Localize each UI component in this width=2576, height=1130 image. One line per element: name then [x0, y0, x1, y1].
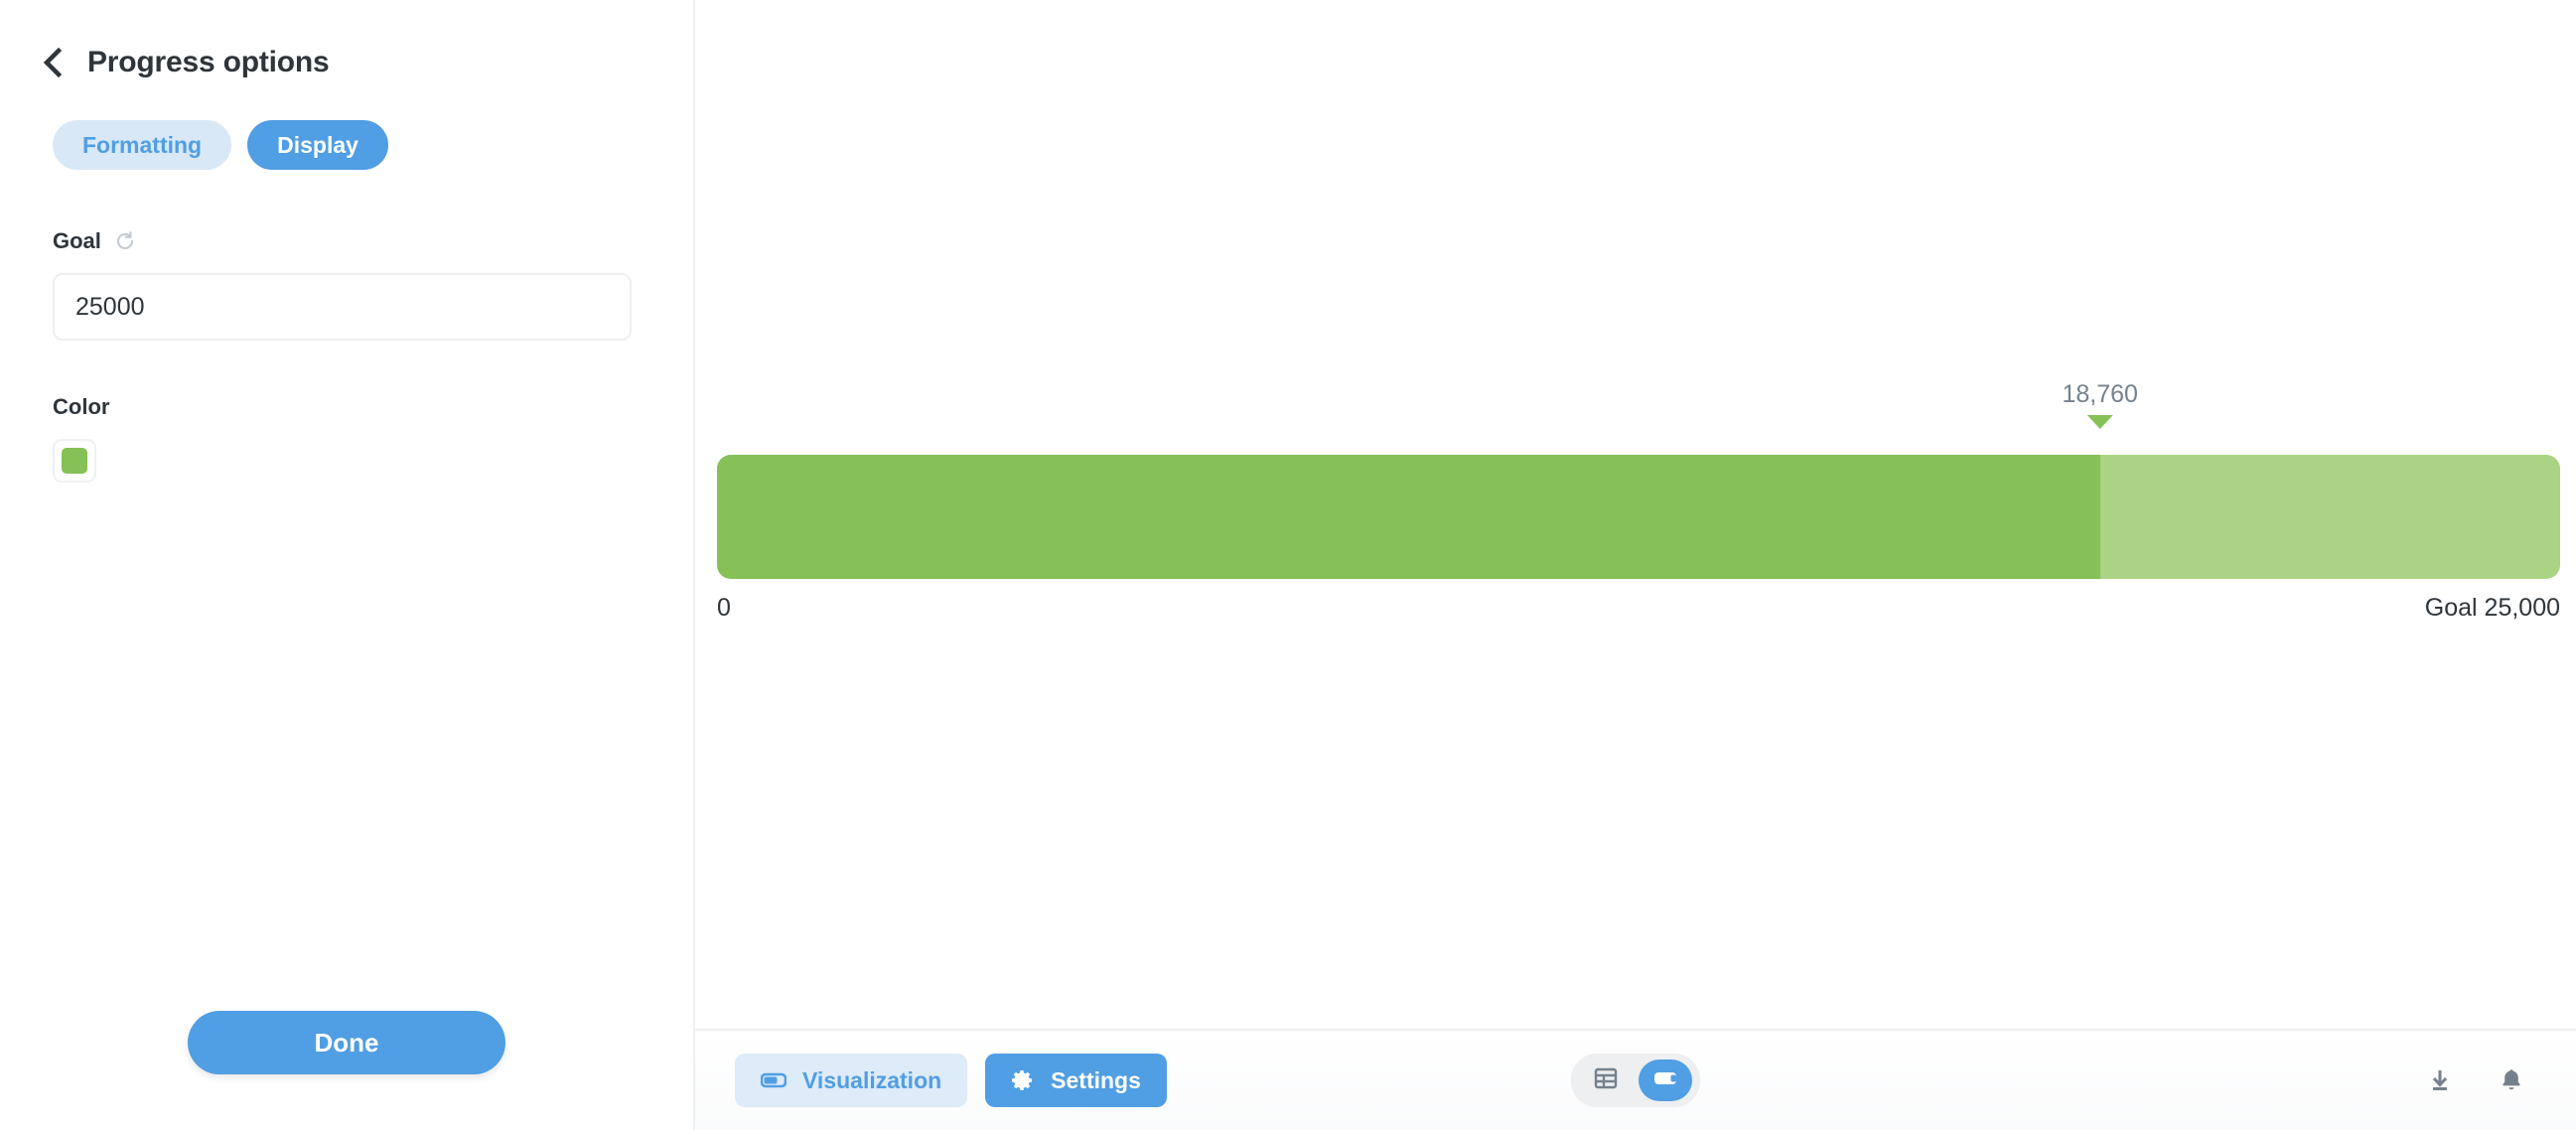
axis-goal-label: Goal 25,000 [2424, 594, 2560, 622]
settings-button-label: Settings [1051, 1066, 1141, 1093]
settings-button[interactable]: Settings [985, 1054, 1167, 1107]
chevron-left-icon[interactable] [40, 48, 66, 77]
download-icon[interactable] [2423, 1063, 2457, 1097]
visualization-icon [1651, 1068, 1679, 1093]
visualization-area: 18,760 0 Goal 25,000 [695, 0, 2576, 1029]
color-label: Color [53, 394, 110, 419]
visualization-view-toggle[interactable] [1639, 1059, 1692, 1101]
marker-triangle-icon [2086, 415, 2113, 429]
settings-sidebar: Progress options Formatting Display Goal… [0, 0, 695, 1130]
toolbar-right-group [2423, 1063, 2528, 1097]
gear-icon [1011, 1068, 1035, 1092]
color-swatch [62, 448, 87, 474]
axis-start-label: 0 [717, 594, 731, 622]
progress-bar-track [717, 455, 2560, 579]
color-field-group: Color [0, 341, 693, 483]
progress-axis-labels: 0 Goal 25,000 [717, 596, 2560, 621]
progress-options-screen: Progress options Formatting Display Goal… [0, 0, 2576, 1130]
goal-field-group: Goal [0, 170, 693, 341]
progress-marker: 18,760 [2063, 382, 2138, 429]
sidebar-header: Progress options [0, 0, 693, 77]
table-view-toggle[interactable] [1579, 1059, 1633, 1101]
main-panel: 18,760 0 Goal 25,000 Visualization Setti… [695, 0, 2576, 1130]
view-toggle-group [1571, 1054, 1700, 1107]
visualization-button-label: Visualization [802, 1066, 942, 1093]
done-button-container: Done [0, 1011, 693, 1074]
tab-display[interactable]: Display [247, 120, 388, 170]
view-toggle [1571, 1054, 1700, 1107]
goal-label-row: Goal [53, 228, 693, 254]
goal-label: Goal [53, 228, 101, 253]
color-picker-button[interactable] [53, 439, 96, 483]
bell-icon[interactable] [2495, 1063, 2528, 1097]
refresh-icon[interactable] [113, 229, 137, 253]
color-label-row: Color [53, 394, 693, 420]
goal-input[interactable] [53, 273, 632, 341]
done-button[interactable]: Done [188, 1011, 505, 1074]
options-tab-bar: Formatting Display [0, 77, 693, 170]
progress-marker-label: 18,760 [2062, 380, 2138, 408]
progress-bar-fill [717, 455, 2100, 579]
table-icon [1593, 1065, 1619, 1096]
progress-bar-icon [761, 1071, 787, 1089]
tab-formatting[interactable]: Formatting [53, 120, 232, 170]
page-title: Progress options [87, 46, 330, 78]
progress-chart: 18,760 [717, 382, 2560, 579]
visualization-button[interactable]: Visualization [735, 1054, 968, 1107]
toolbar-left-group: Visualization Settings [735, 1054, 1167, 1107]
bottom-toolbar: Visualization Settings [695, 1029, 2576, 1130]
